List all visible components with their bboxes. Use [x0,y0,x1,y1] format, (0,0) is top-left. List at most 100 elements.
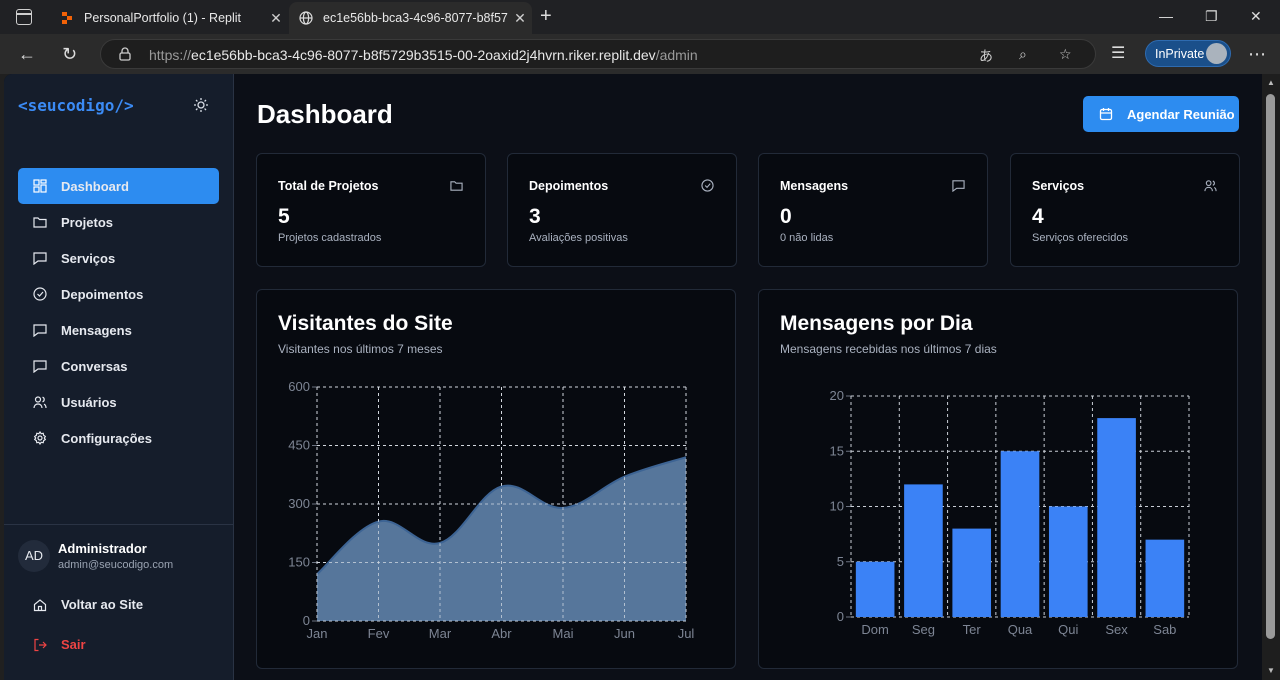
y-tick-label: 20 [830,388,844,403]
stat-card-messages: Mensagens 0 0 não lidas [758,153,988,267]
more-menu-icon[interactable]: ⋯ [1248,44,1266,64]
x-tick-label: Sex [1105,622,1128,637]
chart-subtitle: Visitantes nos últimos 7 meses [278,342,443,356]
sidebar-item-label: Dashboard [61,178,129,194]
sun-icon[interactable] [193,97,209,113]
sidebar-item-label: Configurações [61,430,153,446]
message-square-icon [33,360,47,373]
tab-title: ec1e56bb-bca3-4c96-8077-b8f57 [323,11,508,25]
settings-icon [33,431,47,445]
close-tab-icon[interactable]: ✕ [508,10,532,27]
scroll-up-icon[interactable]: ▲ [1267,78,1275,87]
x-tick-label: Dom [861,622,888,637]
admin-app: <seucodigo/> Dashboard Projetos Serviços… [4,74,1262,680]
refresh-icon[interactable]: ↻ [62,44,77,64]
schedule-meeting-button[interactable]: Agendar Reunião [1083,96,1239,132]
page-title: Dashboard [257,99,393,129]
scroll-thumb[interactable] [1266,94,1275,639]
url-host: ec1e56bb-bca3-4c96-8077-b8f5729b3515-00-… [191,47,656,63]
logout-link[interactable]: Sair [33,637,86,652]
back-icon[interactable]: ← [18,44,36,64]
sidebar-item-configuracoes[interactable]: Configurações [18,420,219,456]
schedule-meeting-label: Agendar Reunião [1127,106,1235,122]
sidebar-item-servicos[interactable]: Serviços [18,240,219,276]
stat-card-projects: Total de Projetos 5 Projetos cadastrados [256,153,486,267]
sidebar-divider [4,524,233,525]
messages-chart-card: 0 5 10 15 20 Dom Seg Ter Qua Qui Sex Sab Mensagens … [758,289,1238,669]
x-tick-label: Abr [491,626,512,641]
stat-label: Mensagens [780,179,849,193]
url-input[interactable]: https://ec1e56bb-bca3-4c96-8077-b8f5729b… [100,39,1096,69]
bar [1145,539,1185,617]
users-icon [33,396,47,409]
y-tick-label: 10 [830,499,844,514]
page-scrollbar[interactable]: ▲ ▼ [1262,74,1280,680]
inprivate-label: InPrivate [1155,47,1205,61]
folder-icon [450,181,463,191]
y-tick-label: 0 [837,609,844,624]
new-tab-icon[interactable]: + [540,6,552,26]
window-menu-icon[interactable] [16,9,32,25]
stat-value: 4 [1032,205,1044,228]
close-tab-icon[interactable]: ✕ [264,10,288,27]
y-tick-label: 5 [837,554,844,569]
avatar: AD [18,540,50,572]
message-square-icon [33,252,47,265]
scroll-down-icon[interactable]: ▼ [1267,666,1275,675]
stat-card-testimonials: Depoimentos 3 Avaliações positivas [507,153,737,267]
logout-label: Sair [61,637,86,652]
chart-title: Visitantes do Site [278,312,453,335]
lock-icon [119,47,131,61]
sidebar-item-mensagens[interactable]: Mensagens [18,312,219,348]
stat-value: 0 [780,205,792,228]
read-aloud-icon[interactable]: あ [979,46,993,66]
stat-value: 3 [529,205,541,228]
x-tick-label: Jul [678,626,695,641]
sidebar-item-projetos[interactable]: Projetos [18,204,219,240]
address-bar: ← ↻ https://ec1e56bb-bca3-4c96-8077-b8f5… [0,34,1280,74]
x-tick-label: Fev [368,626,390,641]
x-tick-label: Qua [1008,622,1033,637]
chart-title: Mensagens por Dia [780,312,973,335]
browser-tab-bar: PersonalPortfolio (1) - Replit ✕ ec1e56b… [0,0,1280,34]
x-tick-label: Sab [1153,622,1176,637]
visitors-chart-card: 0 150 300 450 600 Jan Fev Mar Abr Mai Jun Jul Visit… [256,289,736,669]
y-tick-label: 450 [288,438,310,453]
maximize-icon[interactable]: ❐ [1205,8,1218,25]
sidebar-item-usuarios[interactable]: Usuários [18,384,219,420]
minimize-icon[interactable]: — [1159,8,1173,24]
sidebar-item-label: Serviços [61,250,116,266]
logo[interactable]: <seucodigo/> [18,96,134,115]
tab-title: PersonalPortfolio (1) - Replit [84,11,242,25]
x-tick-label: Ter [963,622,982,637]
browser-tab-admin[interactable]: ec1e56bb-bca3-4c96-8077-b8f57 ✕ [289,2,532,34]
favorites-icon[interactable]: ☰ [1111,44,1125,64]
favorite-star-icon[interactable]: ☆ [1059,46,1072,63]
folder-icon [33,217,47,228]
replit-favicon-icon [62,12,72,24]
y-tick-label: 150 [288,555,310,570]
zoom-icon[interactable]: ⌕ [1019,46,1027,63]
message-square-icon [33,324,47,337]
x-tick-label: Mai [553,626,574,641]
logout-icon [34,638,47,651]
grid-icon [33,179,47,193]
close-window-icon[interactable]: ✕ [1250,8,1262,25]
user-email: admin@seucodigo.com [58,559,174,571]
browser-tab-replit[interactable]: PersonalPortfolio (1) - Replit ✕ [50,2,288,34]
url-path: /admin [655,47,698,63]
message-square-icon [952,180,965,192]
x-tick-label: Qui [1058,622,1078,637]
stat-subtitle: Avaliações positivas [529,232,628,244]
inprivate-badge[interactable]: InPrivate [1145,40,1231,67]
users-icon [1204,180,1217,192]
globe-icon [299,11,313,25]
sidebar-item-depoimentos[interactable]: Depoimentos [18,276,219,312]
back-to-site-link[interactable]: Voltar ao Site [33,597,143,612]
check-circle-icon [701,179,714,192]
sidebar-item-dashboard[interactable]: Dashboard [18,168,219,204]
x-tick-label: Seg [912,622,935,637]
bar [855,561,895,617]
sidebar-item-conversas[interactable]: Conversas [18,348,219,384]
profile-avatar [1206,43,1227,64]
